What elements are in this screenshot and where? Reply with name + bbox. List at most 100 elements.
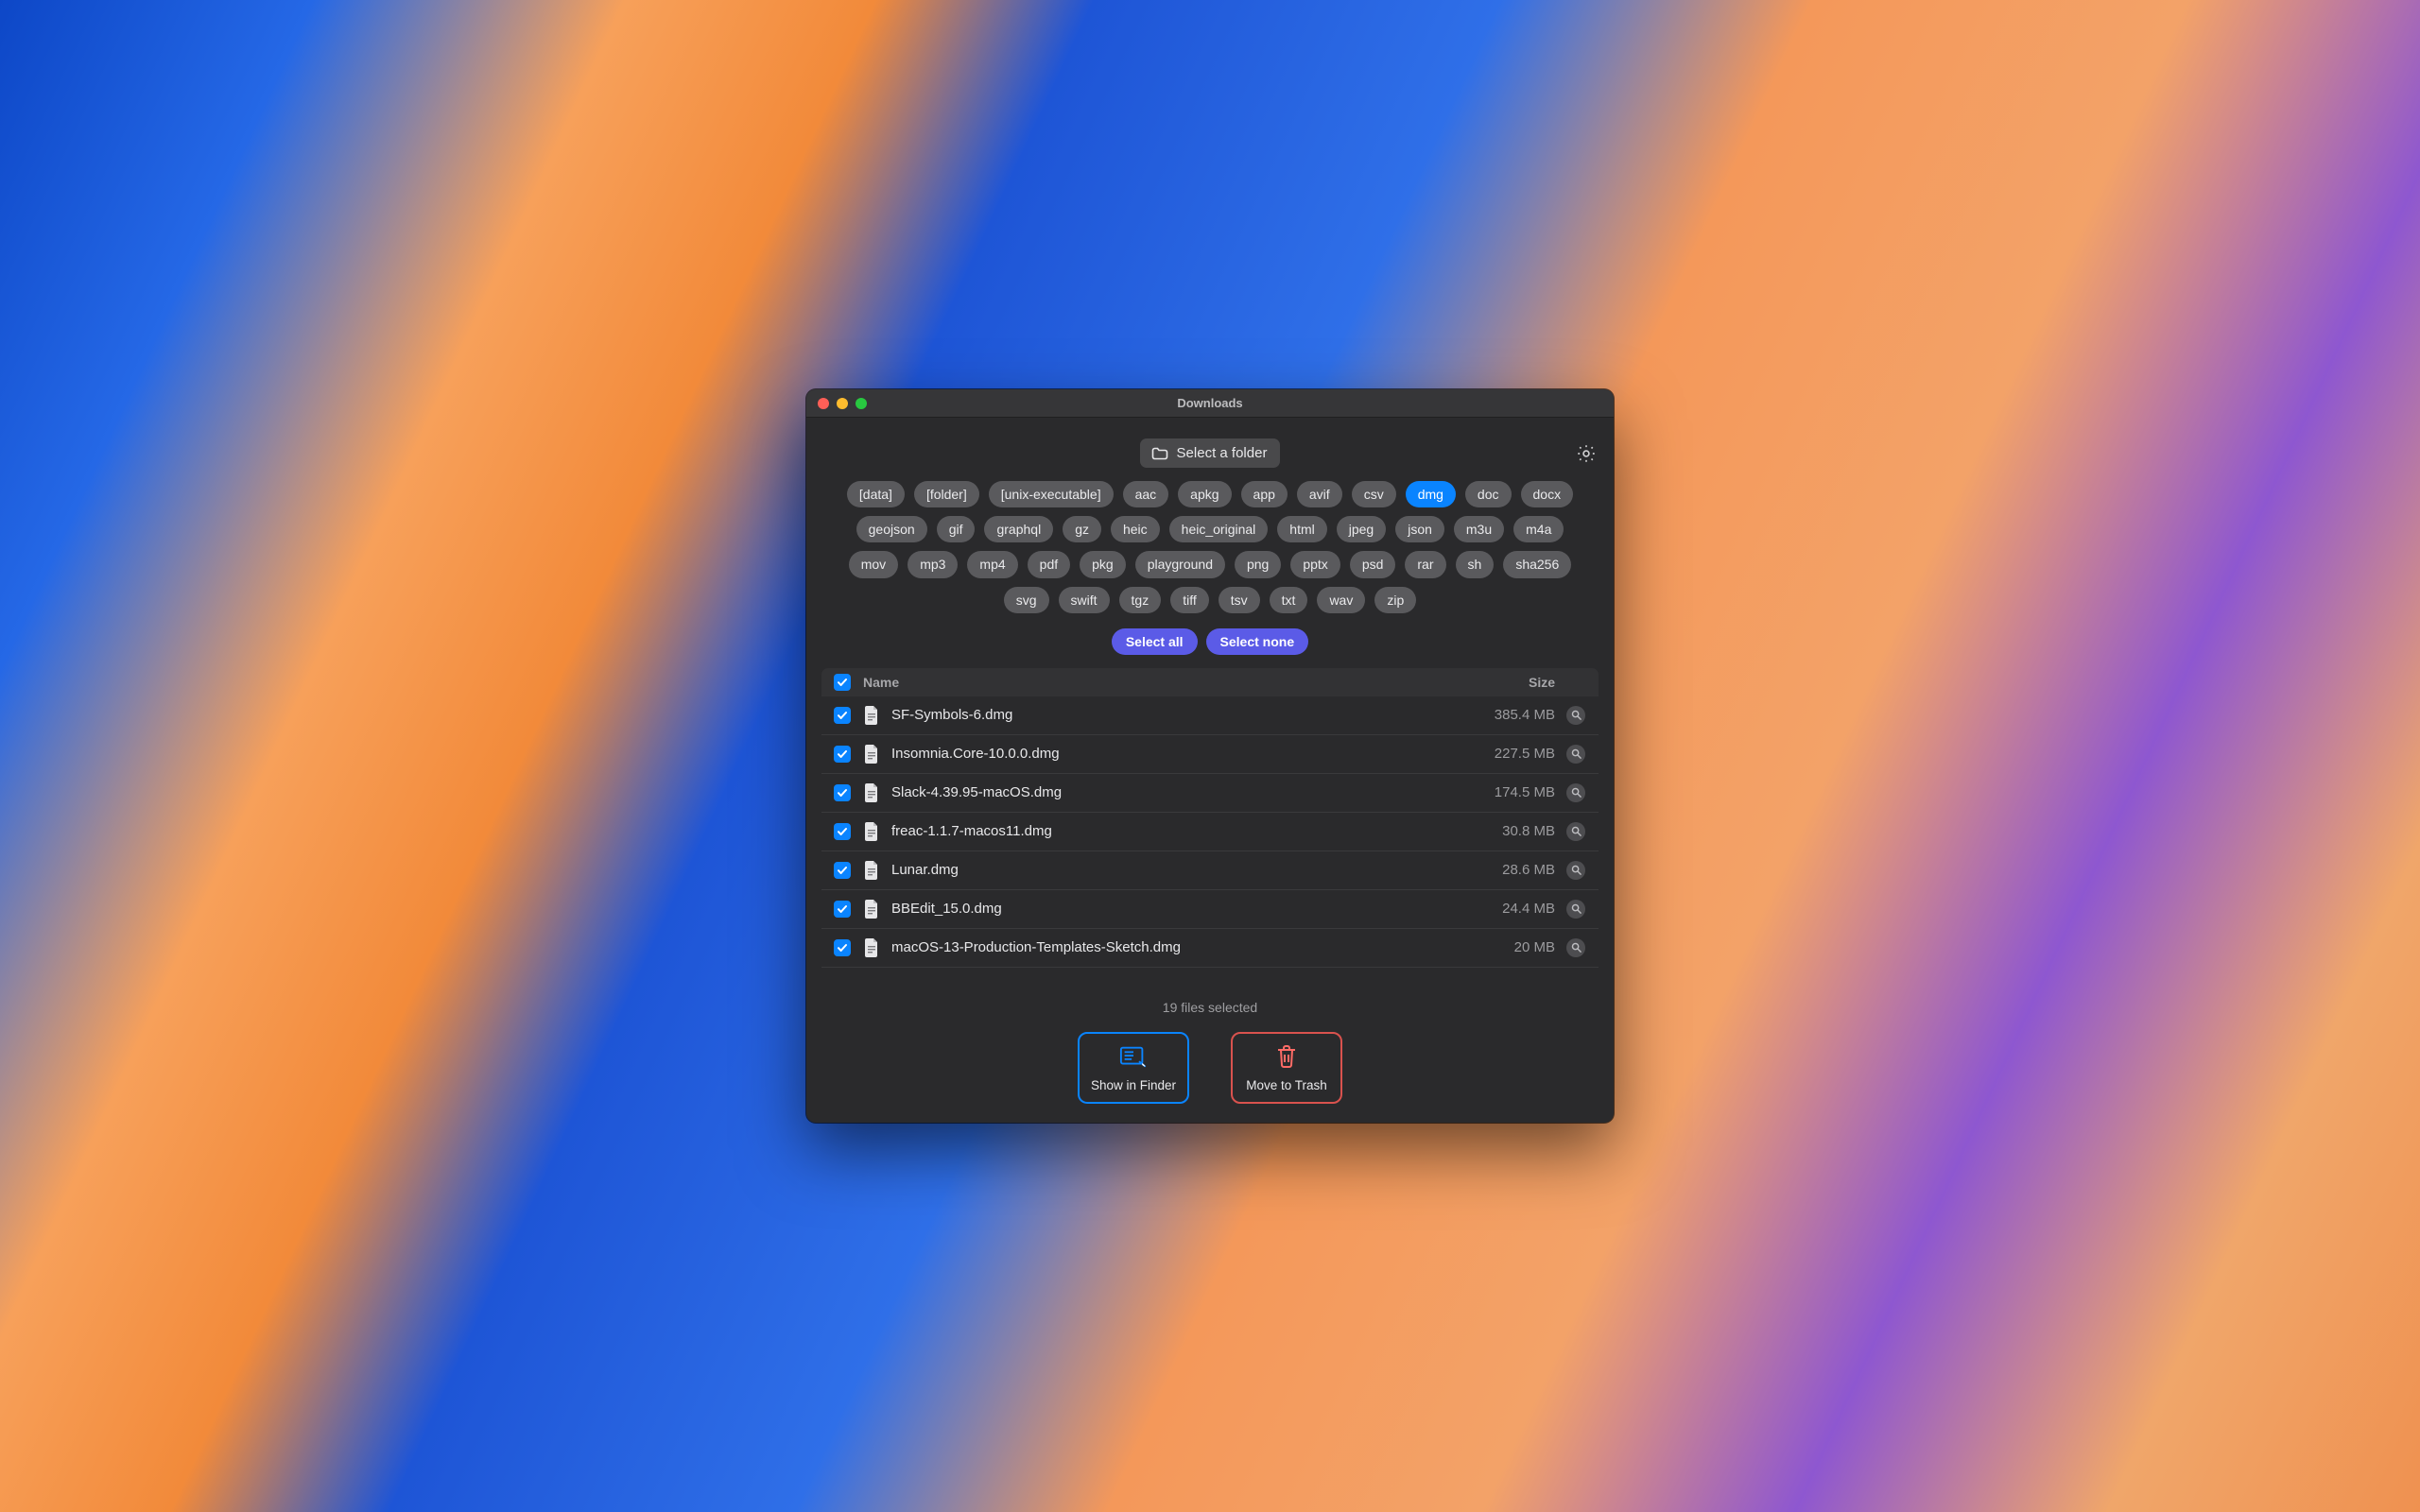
file-icon	[863, 900, 880, 919]
row-checkbox[interactable]	[834, 784, 851, 801]
reveal-in-finder-row-button[interactable]	[1566, 900, 1585, 919]
filter-tag[interactable]: sh	[1456, 551, 1495, 577]
filter-tag[interactable]: mov	[849, 551, 898, 577]
filter-tag[interactable]: png	[1235, 551, 1281, 577]
file-name: freac-1.1.7-macos11.dmg	[891, 823, 1430, 839]
filter-tag[interactable]: mp4	[967, 551, 1017, 577]
file-size: 227.5 MB	[1442, 746, 1555, 762]
minimize-window-button[interactable]	[837, 398, 848, 409]
magnifier-icon	[1571, 903, 1582, 914]
filter-tag[interactable]: [unix-executable]	[989, 481, 1114, 507]
table-row[interactable]: freac-1.1.7-macos11.dmg 30.8 MB	[821, 813, 1599, 851]
filter-tag[interactable]: app	[1241, 481, 1288, 507]
filter-tag[interactable]: tsv	[1219, 587, 1260, 613]
filter-tag[interactable]: json	[1395, 516, 1444, 542]
filter-tag[interactable]: dmg	[1406, 481, 1456, 507]
close-window-button[interactable]	[818, 398, 829, 409]
filter-tag[interactable]: doc	[1465, 481, 1512, 507]
filter-tag[interactable]: playground	[1135, 551, 1225, 577]
table-row[interactable]: Insomnia.Core-10.0.0.dmg 227.5 MB	[821, 735, 1599, 774]
table-row[interactable]: BBEdit_15.0.dmg24.4 MB	[821, 890, 1599, 929]
file-name: Slack-4.39.95-macOS.dmg	[891, 784, 1430, 800]
column-header-size[interactable]: Size	[1442, 675, 1555, 690]
magnifier-icon	[1571, 787, 1582, 798]
filter-tag[interactable]: mp3	[908, 551, 958, 577]
filter-tag[interactable]: [folder]	[914, 481, 979, 507]
reveal-in-finder-row-button[interactable]	[1566, 822, 1585, 841]
check-icon	[837, 942, 848, 954]
filter-tag[interactable]: pkg	[1080, 551, 1126, 577]
file-name: SF-Symbols-6.dmg	[891, 707, 1430, 723]
table-body: SF-Symbols-6.dmg385.4 MBInsomnia.Core-10…	[821, 696, 1599, 988]
filter-tag[interactable]: geojson	[856, 516, 927, 542]
filter-tag[interactable]: sha256	[1503, 551, 1571, 577]
filter-tag[interactable]: html	[1277, 516, 1326, 542]
row-checkbox[interactable]	[834, 823, 851, 840]
table-row[interactable]: Slack-4.39.95-macOS.dmg 174.5 MB	[821, 774, 1599, 813]
reveal-in-finder-row-button[interactable]	[1566, 706, 1585, 725]
row-checkbox[interactable]	[834, 707, 851, 724]
row-checkbox[interactable]	[834, 939, 851, 956]
reveal-in-finder-row-button[interactable]	[1566, 938, 1585, 957]
select-folder-label: Select a folder	[1177, 445, 1268, 461]
filter-tag[interactable]: pptx	[1290, 551, 1340, 577]
select-all-button[interactable]: Select all	[1112, 628, 1198, 655]
filter-tag[interactable]: psd	[1350, 551, 1396, 577]
filter-tag[interactable]: wav	[1317, 587, 1365, 613]
move-to-trash-button[interactable]: Move to Trash	[1231, 1032, 1342, 1104]
filter-tag[interactable]: csv	[1352, 481, 1396, 507]
show-in-finder-button[interactable]: Show in Finder	[1078, 1032, 1189, 1104]
row-checkbox[interactable]	[834, 901, 851, 918]
filter-tag[interactable]: aac	[1123, 481, 1169, 507]
titlebar: Downloads	[806, 389, 1614, 418]
filter-tag[interactable]: avif	[1297, 481, 1342, 507]
filter-tag[interactable]: graphql	[984, 516, 1053, 542]
check-icon	[837, 748, 848, 760]
check-icon	[837, 903, 848, 915]
table-row[interactable]: Lunar.dmg28.6 MB	[821, 851, 1599, 890]
filter-tag[interactable]: jpeg	[1337, 516, 1386, 542]
filter-tag[interactable]: tgz	[1119, 587, 1162, 613]
file-icon	[863, 706, 880, 725]
filter-tag[interactable]: rar	[1405, 551, 1445, 577]
filter-tag[interactable]: heic_original	[1169, 516, 1269, 542]
table-row[interactable]: macOS-13-Production-Templates-Sketch.dmg…	[821, 929, 1599, 968]
selection-buttons: Select all Select none	[1112, 628, 1308, 655]
reveal-in-finder-icon	[1119, 1044, 1148, 1069]
select-folder-button[interactable]: Select a folder	[1140, 438, 1281, 468]
filter-tag[interactable]: txt	[1270, 587, 1308, 613]
zoom-window-button[interactable]	[856, 398, 867, 409]
reveal-in-finder-row-button[interactable]	[1566, 745, 1585, 764]
row-checkbox[interactable]	[834, 862, 851, 879]
filter-tag[interactable]: svg	[1004, 587, 1049, 613]
filter-tag[interactable]: apkg	[1178, 481, 1231, 507]
filter-tag[interactable]: gif	[937, 516, 976, 542]
reveal-in-finder-row-button[interactable]	[1566, 783, 1585, 802]
filter-tag[interactable]: [data]	[847, 481, 905, 507]
filter-tag[interactable]: heic	[1111, 516, 1160, 542]
filter-tag[interactable]: m3u	[1454, 516, 1504, 542]
column-header-name[interactable]: Name	[863, 675, 1430, 690]
show-in-finder-label: Show in Finder	[1091, 1078, 1176, 1092]
filter-tag[interactable]: swift	[1059, 587, 1110, 613]
reveal-in-finder-row-button[interactable]	[1566, 861, 1585, 880]
file-icon	[863, 822, 880, 841]
filter-tag[interactable]: m4a	[1513, 516, 1564, 542]
filter-tag[interactable]: pdf	[1028, 551, 1070, 577]
file-size: 174.5 MB	[1442, 784, 1555, 800]
file-size: 20 MB	[1442, 939, 1555, 955]
filter-tag[interactable]: docx	[1521, 481, 1574, 507]
filter-tag[interactable]: gz	[1063, 516, 1101, 542]
filter-tag[interactable]: tiff	[1170, 587, 1209, 613]
settings-button[interactable]	[1576, 443, 1597, 464]
table-row[interactable]: SF-Symbols-6.dmg385.4 MB	[821, 696, 1599, 735]
file-size: 30.8 MB	[1442, 823, 1555, 839]
select-none-button[interactable]: Select none	[1206, 628, 1309, 655]
magnifier-icon	[1571, 748, 1582, 759]
gear-icon	[1576, 443, 1597, 464]
file-name: Insomnia.Core-10.0.0.dmg	[891, 746, 1430, 762]
row-checkbox[interactable]	[834, 746, 851, 763]
select-all-checkbox[interactable]	[834, 674, 851, 691]
filter-tags: [data] [folder] [unix-executable] aacapkgap…	[823, 481, 1597, 613]
filter-tag[interactable]: zip	[1374, 587, 1416, 613]
